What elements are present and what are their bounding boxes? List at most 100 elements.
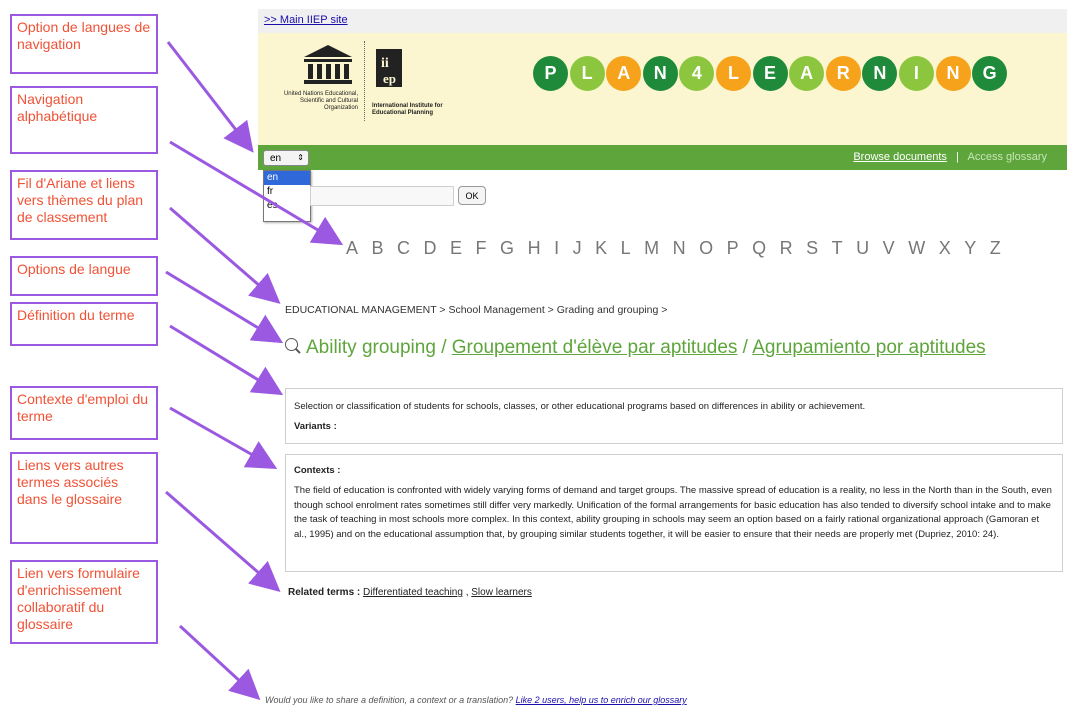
- annotation-related-terms: Liens vers autres termes associés dans l…: [10, 452, 158, 544]
- alphabet-letter-s[interactable]: S: [806, 238, 818, 259]
- alphabet-nav: ABCDEFGHIJKLMNOPQRSTUVWXYZ: [346, 238, 1014, 259]
- language-select-value: en: [270, 153, 282, 164]
- term-separator: /: [435, 337, 452, 358]
- language-dropdown: en fr es: [263, 170, 311, 222]
- language-select[interactable]: en ⇕: [263, 150, 309, 166]
- logo-letter: G: [972, 56, 1008, 91]
- enrich-question: Would you like to share a definition, a …: [265, 695, 516, 705]
- annotation-language-nav: Option de langues de navigation: [10, 14, 158, 74]
- logo-letter: 4: [679, 56, 715, 91]
- term-en: Ability grouping: [306, 337, 436, 358]
- term-title: Ability grouping / Groupement d'élève pa…: [285, 337, 986, 359]
- alphabet-letter-h[interactable]: H: [528, 238, 541, 259]
- alphabet-letter-u[interactable]: U: [856, 238, 869, 259]
- contexts-label: Contexts :: [294, 465, 341, 476]
- alphabet-letter-r[interactable]: R: [780, 238, 793, 259]
- logo-letter: L: [569, 56, 605, 91]
- access-glossary-link[interactable]: Access glossary: [968, 151, 1047, 163]
- annotation-text: Options de langue: [17, 261, 131, 277]
- alphabet-letter-k[interactable]: K: [595, 238, 607, 259]
- logo-letter: N: [935, 56, 971, 91]
- annotation-text: Contexte d'emploi du terme: [17, 391, 149, 424]
- plan4learning-logo: PLAN4LEARNING: [533, 56, 1009, 91]
- annotation-alphabetic-nav: Navigation alphabétique: [10, 86, 158, 154]
- logo-letter: N: [862, 56, 898, 91]
- site-header: United Nations Educational, Scientific a…: [258, 33, 1067, 145]
- variants-label: Variants :: [294, 421, 337, 432]
- logo-letter: I: [898, 56, 934, 91]
- nav-bar: Browse documents | Access glossary: [258, 145, 1067, 170]
- browse-documents-link[interactable]: Browse documents: [853, 151, 947, 163]
- annotation-breadcrumb: Fil d'Ariane et liens vers thèmes du pla…: [10, 170, 158, 240]
- alphabet-letter-v[interactable]: V: [883, 238, 895, 259]
- term-separator: /: [737, 337, 753, 358]
- top-bar: >> Main IIEP site: [258, 9, 1067, 34]
- annotation-language-options: Options de langue: [10, 256, 158, 296]
- related-separator: ,: [462, 587, 472, 598]
- contexts-text: The field of education is confronted wit…: [294, 485, 1052, 540]
- nav-separator: |: [956, 151, 959, 163]
- alphabet-letter-w[interactable]: W: [908, 238, 925, 259]
- alphabet-letter-i[interactable]: I: [554, 238, 559, 259]
- unesco-name: United Nations Educational, Scientific a…: [283, 91, 358, 111]
- language-option-es[interactable]: es: [264, 199, 310, 213]
- select-arrows-icon: ⇕: [297, 153, 304, 162]
- search-icon: [285, 338, 298, 351]
- annotation-context: Contexte d'emploi du terme: [10, 386, 158, 440]
- logo-divider: [364, 41, 365, 121]
- annotation-definition: Définition du terme: [10, 302, 158, 346]
- alphabet-letter-e[interactable]: E: [450, 238, 462, 259]
- search-input[interactable]: [310, 186, 454, 206]
- enrich-glossary-link[interactable]: Like 2 users, help us to enrich our glos…: [516, 695, 687, 705]
- annotation-text: Fil d'Ariane et liens vers thèmes du pla…: [17, 175, 144, 225]
- alphabet-letter-j[interactable]: J: [573, 238, 582, 259]
- language-option-fr[interactable]: fr: [264, 185, 310, 199]
- alphabet-letter-t[interactable]: T: [832, 238, 843, 259]
- main-site-link[interactable]: >> Main IIEP site: [264, 14, 348, 26]
- alphabet-letter-q[interactable]: Q: [752, 238, 766, 259]
- alphabet-letter-c[interactable]: C: [397, 238, 410, 259]
- nav-links: Browse documents | Access glossary: [853, 151, 1047, 163]
- annotation-text: Lien vers formulaire d'enrichissement co…: [17, 565, 140, 632]
- svg-text:ii: ii: [381, 56, 389, 71]
- alphabet-letter-o[interactable]: O: [699, 238, 713, 259]
- search-ok-button[interactable]: OK: [458, 186, 486, 205]
- alphabet-letter-y[interactable]: Y: [964, 238, 976, 259]
- annotation-enrich-form: Lien vers formulaire d'enrichissement co…: [10, 560, 158, 644]
- enrich-prompt: Would you like to share a definition, a …: [265, 695, 687, 705]
- annotation-text: Navigation alphabétique: [17, 91, 98, 124]
- alphabet-letter-d[interactable]: D: [424, 238, 437, 259]
- alphabet-letter-p[interactable]: P: [727, 238, 739, 259]
- related-terms: Related terms : Differentiated teaching …: [288, 587, 532, 598]
- logo-letter: R: [825, 56, 861, 91]
- alphabet-letter-n[interactable]: N: [673, 238, 686, 259]
- alphabet-letter-z[interactable]: Z: [990, 238, 1001, 259]
- svg-text:ep: ep: [383, 71, 396, 86]
- language-option-en[interactable]: en: [264, 171, 310, 185]
- alphabet-letter-g[interactable]: G: [500, 238, 514, 259]
- logo-letter: A: [789, 56, 825, 91]
- alphabet-letter-x[interactable]: X: [939, 238, 951, 259]
- logo-letter: P: [533, 56, 568, 91]
- definition-text: Selection or classification of students …: [294, 401, 866, 412]
- contexts-box: Contexts : The field of education is con…: [285, 454, 1063, 572]
- iiep-name: International Institute for Educational …: [372, 103, 443, 116]
- term-fr-link[interactable]: Groupement d'élève par aptitudes: [452, 337, 738, 358]
- iiep-logo: ii ep: [372, 43, 406, 91]
- logo-letter: L: [715, 56, 751, 91]
- logo-letter: E: [752, 56, 788, 91]
- logo-letter: A: [606, 56, 642, 91]
- annotation-text: Définition du terme: [17, 307, 135, 323]
- term-es-link[interactable]: Agrupamiento por aptitudes: [752, 337, 985, 358]
- annotation-text: Option de langues de navigation: [17, 19, 151, 52]
- alphabet-letter-l[interactable]: L: [621, 238, 631, 259]
- alphabet-letter-a[interactable]: A: [346, 238, 358, 259]
- alphabet-letter-b[interactable]: B: [372, 238, 384, 259]
- alphabet-letter-f[interactable]: F: [476, 238, 487, 259]
- alphabet-letter-m[interactable]: M: [644, 238, 659, 259]
- breadcrumb[interactable]: EDUCATIONAL MANAGEMENT > School Manageme…: [285, 304, 667, 316]
- related-term-link[interactable]: Differentiated teaching: [363, 587, 463, 598]
- logo-letter: N: [642, 56, 678, 91]
- related-terms-label: Related terms :: [288, 587, 361, 598]
- related-term-link[interactable]: Slow learners: [471, 587, 532, 598]
